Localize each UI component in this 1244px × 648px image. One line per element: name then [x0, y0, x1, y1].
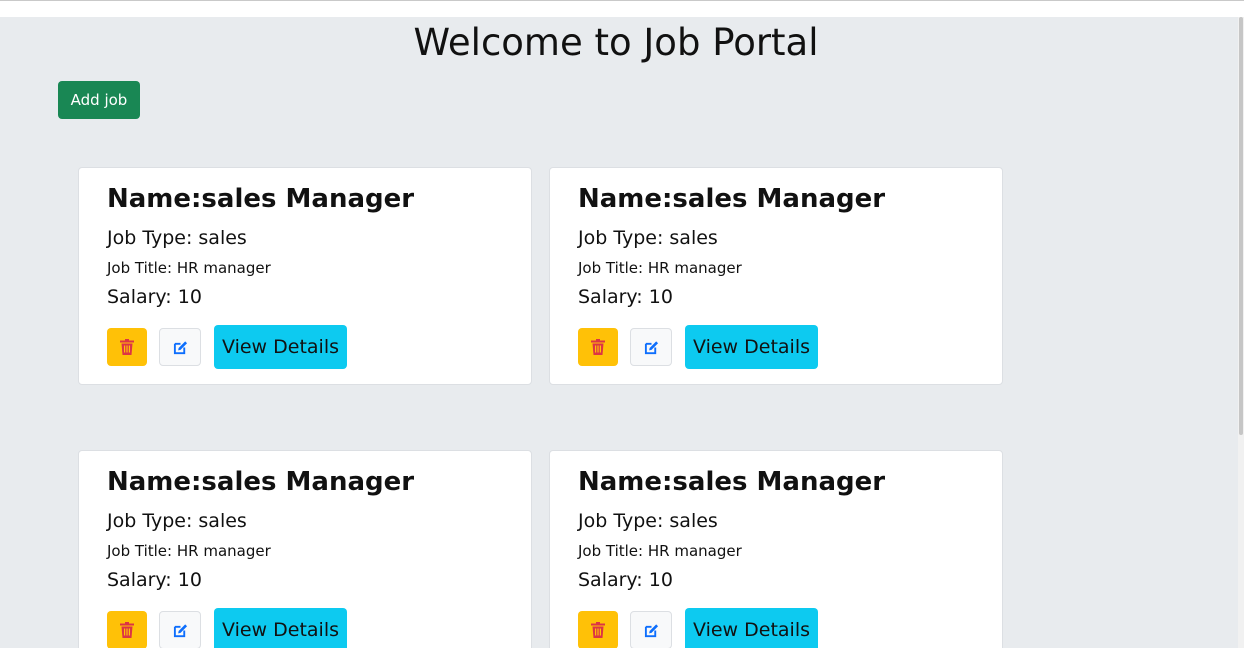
edit-job-button[interactable]	[630, 611, 672, 648]
add-job-button[interactable]: Add job	[58, 81, 140, 119]
view-details-button[interactable]: View Details	[214, 325, 347, 369]
delete-job-button[interactable]	[107, 328, 147, 366]
edit-job-button[interactable]	[630, 328, 672, 366]
job-type: Job Type: sales	[578, 510, 718, 532]
view-details-button[interactable]: View Details	[214, 608, 347, 648]
job-name: Name:sales Manager	[578, 467, 886, 497]
page-title: Welcome to Job Portal	[413, 21, 819, 64]
delete-job-button[interactable]	[578, 611, 618, 648]
job-title: Job Title: HR manager	[578, 259, 742, 277]
trash-icon	[120, 622, 134, 638]
trash-icon	[591, 339, 605, 355]
job-salary: Salary: 10	[578, 569, 673, 591]
delete-job-button[interactable]	[107, 611, 147, 648]
edit-icon	[644, 623, 658, 637]
trash-icon	[591, 622, 605, 638]
job-name: Name:sales Manager	[107, 184, 415, 214]
job-card: Name:sales Manager Job Type: sales Job T…	[78, 450, 532, 648]
job-salary: Salary: 10	[578, 286, 673, 308]
job-name: Name:sales Manager	[107, 467, 415, 497]
delete-job-button[interactable]	[578, 328, 618, 366]
job-title: Job Title: HR manager	[107, 259, 271, 277]
job-title: Job Title: HR manager	[578, 542, 742, 560]
edit-icon	[173, 340, 187, 354]
job-title: Job Title: HR manager	[107, 542, 271, 560]
view-details-button[interactable]: View Details	[685, 325, 818, 369]
job-type: Job Type: sales	[107, 227, 247, 249]
view-details-button[interactable]: View Details	[685, 608, 818, 648]
scrollbar-thumb[interactable]	[1239, 17, 1243, 435]
job-card: Name:sales Manager Job Type: sales Job T…	[549, 167, 1003, 385]
job-name: Name:sales Manager	[578, 184, 886, 214]
job-card: Name:sales Manager Job Type: sales Job T…	[549, 450, 1003, 648]
job-salary: Salary: 10	[107, 569, 202, 591]
edit-job-button[interactable]	[159, 328, 201, 366]
browser-top-bar	[0, 0, 1244, 17]
job-card: Name:sales Manager Job Type: sales Job T…	[78, 167, 532, 385]
edit-icon	[173, 623, 187, 637]
edit-job-button[interactable]	[159, 611, 201, 648]
trash-icon	[120, 339, 134, 355]
vertical-scrollbar[interactable]	[1238, 17, 1244, 648]
job-salary: Salary: 10	[107, 286, 202, 308]
edit-icon	[644, 340, 658, 354]
job-type: Job Type: sales	[107, 510, 247, 532]
job-type: Job Type: sales	[578, 227, 718, 249]
